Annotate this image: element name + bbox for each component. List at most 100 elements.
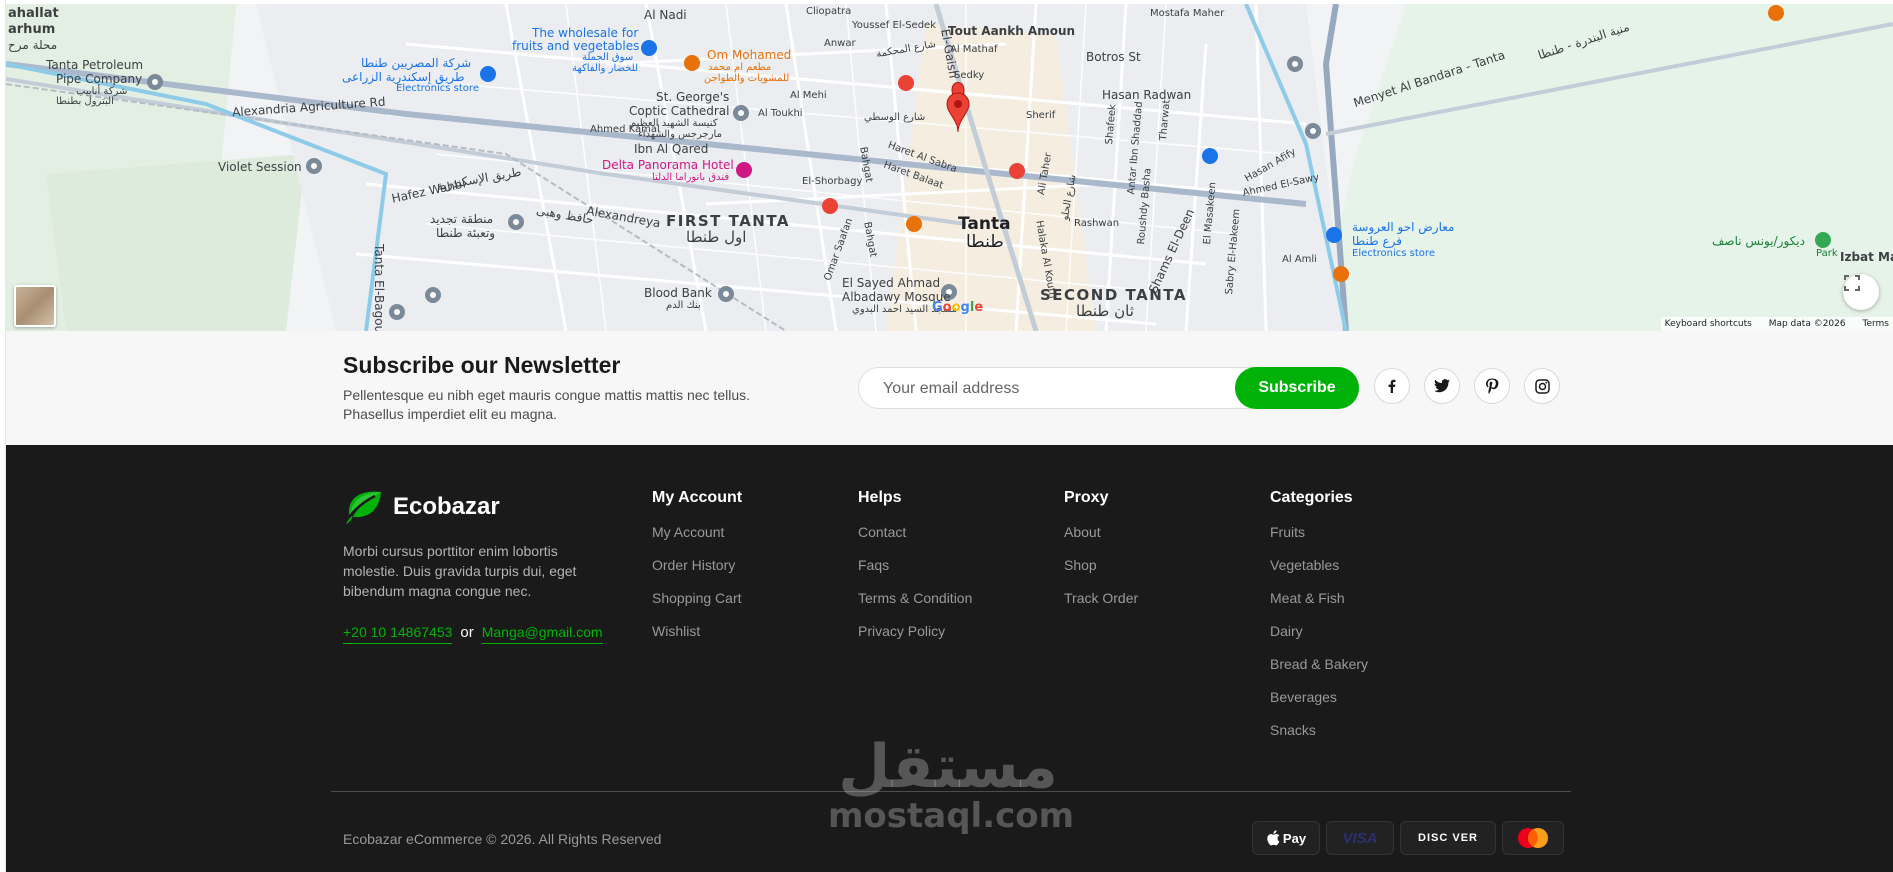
discover-label: DISC VER xyxy=(1418,832,1478,844)
footer-link-shopping-cart[interactable]: Shopping Cart xyxy=(652,589,742,607)
map-label: Al Amli xyxy=(1282,254,1317,265)
map-label: بنك الدم xyxy=(666,300,701,311)
footer-link-my-account[interactable]: My Account xyxy=(652,523,742,541)
watermark-arabic: مستقل xyxy=(838,732,1058,802)
terms-link[interactable]: Terms xyxy=(1862,319,1889,329)
email-input[interactable] xyxy=(881,368,1225,410)
footer-link-dairy[interactable]: Dairy xyxy=(1270,622,1368,640)
map-label: Tanta El-Bagour xyxy=(372,244,386,331)
map-label: Ahmed Kamal xyxy=(590,124,660,135)
pinterest-button[interactable] xyxy=(1474,368,1510,404)
map-label: للمشويات والطواجن xyxy=(704,73,790,84)
map-label: Om Mohamed xyxy=(707,48,792,62)
map-label: Al Mehi xyxy=(790,90,827,101)
contact-separator: or xyxy=(460,624,474,641)
footer-link-track-order[interactable]: Track Order xyxy=(1064,589,1138,607)
map-label: محلة مرح xyxy=(8,38,58,52)
footer-link-privacy[interactable]: Privacy Policy xyxy=(858,622,972,640)
copyright-text: Ecobazar eCommerce © 2026. All Rights Re… xyxy=(343,831,662,847)
map-label: Cliopatra xyxy=(806,6,852,17)
pinterest-icon xyxy=(1486,378,1499,394)
footer-link-order-history[interactable]: Order History xyxy=(652,556,742,574)
map-label: El-Shorbagy xyxy=(802,176,863,187)
mastercard-icon xyxy=(1518,828,1548,848)
map-label: Hasan Radwan xyxy=(1102,88,1192,102)
map-label: St. George's xyxy=(656,90,730,104)
map-label: Youssef El-Sedek xyxy=(852,20,937,31)
map-label: ahallat xyxy=(8,6,59,21)
map-label: Park xyxy=(1816,248,1838,259)
footer-column-helps: Helps Contact Faqs Terms & Condition Pri… xyxy=(858,489,972,655)
map-data-text: Map data ©2026 xyxy=(1768,319,1846,329)
visa-badge: VISA xyxy=(1326,821,1394,855)
map-label: طريق إسكندرية الزراعى xyxy=(342,70,465,84)
keyboard-shortcuts-link[interactable]: Keyboard shortcuts xyxy=(1665,319,1752,329)
footer-column-proxy: Proxy About Shop Track Order xyxy=(1064,489,1138,622)
footer-link-beverages[interactable]: Beverages xyxy=(1270,688,1368,706)
map-label: arhum xyxy=(8,22,56,37)
footer-column-title: My Account xyxy=(652,489,743,506)
map-label: Botros St xyxy=(1086,50,1141,64)
footer-link-wishlist[interactable]: Wishlist xyxy=(652,622,742,640)
map-label: El Sayed Ahmad xyxy=(842,276,941,290)
newsletter-form: Subscribe xyxy=(858,367,1359,410)
footer-link-bread-bakery[interactable]: Bread & Bakery xyxy=(1270,655,1368,673)
instagram-button[interactable] xyxy=(1524,368,1560,404)
map-label: Sherif xyxy=(1026,110,1056,121)
map-label: وتعبئة طنطا xyxy=(436,226,496,240)
map-label: اول طنطا xyxy=(686,228,747,246)
footer-about: Morbi cursus porttitor enim lobortis mol… xyxy=(343,543,577,599)
footer-link-snacks[interactable]: Snacks xyxy=(1270,721,1368,739)
fullscreen-button[interactable] xyxy=(1843,274,1879,310)
facebook-icon xyxy=(1388,379,1396,393)
map-label: Rashwan xyxy=(1074,218,1120,229)
apple-pay-badge: Pay xyxy=(1252,821,1320,855)
map-label-city: طنطا xyxy=(966,232,1004,252)
map-label: fruits and vegetables xyxy=(512,39,640,53)
map-attribution: Keyboard shortcuts Map data ©2026 Terms xyxy=(1660,317,1893,331)
map-label: The wholesale for xyxy=(532,26,639,40)
map-label: Izbat Ma xyxy=(1840,250,1893,264)
apple-pay-label: Pay xyxy=(1282,830,1307,846)
map-label: شارع الوسطي xyxy=(864,112,926,123)
map-label: مطعم ام محمد xyxy=(708,62,772,73)
map-label-city: Tanta xyxy=(958,214,1011,234)
map-label: Anwar xyxy=(824,38,856,49)
footer-column-categories: Categories Fruits Vegetables Meat & Fish… xyxy=(1270,489,1368,754)
map-label: Al Nadi xyxy=(644,8,687,22)
footer-contact: +20 10 14867453 or Manga@gmail.com xyxy=(343,624,603,644)
twitter-button[interactable] xyxy=(1424,368,1460,404)
brand-name: Ecobazar xyxy=(393,493,500,520)
footer-link-shop[interactable]: Shop xyxy=(1064,556,1138,574)
footer-link-terms[interactable]: Terms & Condition xyxy=(858,589,972,607)
map-label: فندق بانوراما الدلتا xyxy=(652,172,730,183)
footer-link-contact[interactable]: Contact xyxy=(858,523,972,541)
map-label: سوق الجملة xyxy=(582,52,634,63)
google-map[interactable]: ahallat arhum محلة مرح Tanta Petroleum P… xyxy=(6,4,1893,331)
footer-link-vegetables[interactable]: Vegetables xyxy=(1270,556,1368,574)
footer-column-title: Categories xyxy=(1270,489,1353,506)
map-label: Mostafa Maher xyxy=(1150,8,1225,19)
subscribe-button[interactable]: Subscribe xyxy=(1235,367,1359,409)
footer-link-meat-fish[interactable]: Meat & Fish xyxy=(1270,589,1368,607)
google-logo: Google xyxy=(932,300,984,315)
footer-link-faqs[interactable]: Faqs xyxy=(858,556,972,574)
apple-icon xyxy=(1267,830,1280,846)
facebook-button[interactable] xyxy=(1374,368,1410,404)
newsletter-title: Subscribe our Newsletter xyxy=(343,352,621,378)
map-label: شركة المصريين طنطا xyxy=(361,56,472,70)
brand-logo[interactable]: Ecobazar xyxy=(343,490,500,524)
email-link[interactable]: Manga@gmail.com xyxy=(481,624,603,644)
footer-link-about[interactable]: About xyxy=(1064,523,1138,541)
leaf-icon xyxy=(343,491,381,524)
map-label: Ibn Al Qared xyxy=(634,142,709,156)
footer-column-title: Helps xyxy=(858,489,902,506)
footer-column-my-account: My Account My Account Order History Shop… xyxy=(652,489,742,655)
footer-link-fruits[interactable]: Fruits xyxy=(1270,523,1368,541)
map-label: ديكور/يونس ناصف xyxy=(1712,234,1805,248)
map-layer-toggle[interactable] xyxy=(14,285,56,327)
map-label: Pipe Company xyxy=(56,72,143,86)
visa-label: VISA xyxy=(1342,829,1378,847)
map-label: Tout Aankh Amoun xyxy=(948,24,1076,38)
phone-link[interactable]: +20 10 14867453 xyxy=(343,624,453,644)
